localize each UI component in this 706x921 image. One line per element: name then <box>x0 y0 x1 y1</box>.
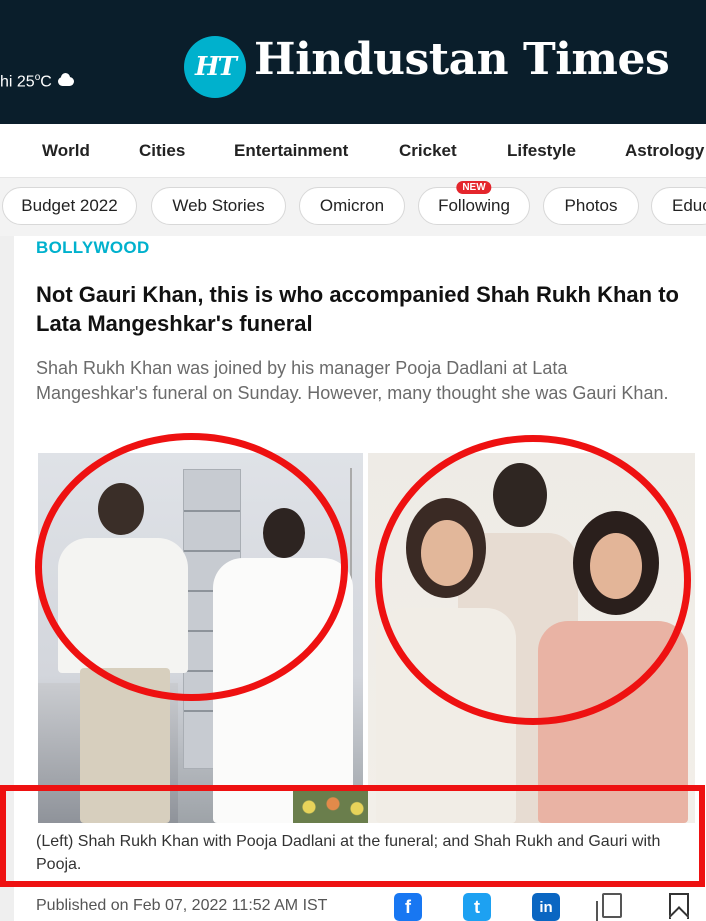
topic-pills: Budget 2022 Web Stories Omicron NEW Foll… <box>0 178 706 236</box>
new-badge: NEW <box>456 181 492 194</box>
pill-omicron[interactable]: Omicron <box>299 187 405 225</box>
weather-widget[interactable]: hi 25oC <box>0 72 74 91</box>
facebook-share-icon[interactable]: f <box>394 893 422 921</box>
pill-photos[interactable]: Photos <box>543 187 639 225</box>
published-timestamp: Published on Feb 07, 2022 11:52 AM IST <box>36 897 328 914</box>
pill-following-label: Following <box>438 196 510 215</box>
pill-following[interactable]: NEW Following <box>418 181 530 225</box>
bookmark-icon[interactable] <box>669 893 689 919</box>
main-nav: World Cities Entertainment Cricket Lifes… <box>0 124 706 178</box>
pill-web-stories[interactable]: Web Stories <box>151 187 286 225</box>
nav-item-entertainment[interactable]: Entertainment <box>234 141 348 161</box>
pill-budget-2022[interactable]: Budget 2022 <box>2 187 137 225</box>
site-logo-text[interactable]: Hindustan Times <box>254 34 670 85</box>
cloud-icon <box>57 73 74 87</box>
copy-link-icon[interactable] <box>596 893 622 921</box>
nav-item-cricket[interactable]: Cricket <box>399 141 457 161</box>
nav-item-lifestyle[interactable]: Lifestyle <box>507 141 576 161</box>
nav-item-cities[interactable]: Cities <box>139 141 185 161</box>
article-summary: Shah Rukh Khan was joined by his manager… <box>36 358 669 403</box>
pill-education[interactable]: Educ <box>651 187 706 225</box>
photo-caption: (Left) Shah Rukh Khan with Pooja Dadlani… <box>36 833 661 873</box>
twitter-share-icon[interactable]: t <box>463 893 491 921</box>
linkedin-share-icon[interactable]: in <box>532 893 560 921</box>
nav-item-astrology[interactable]: Astrology <box>625 141 704 161</box>
article-headline: Not Gauri Khan, this is who accompanied … <box>36 282 679 336</box>
annotation-circle-right <box>375 435 691 725</box>
annotation-circle-left <box>35 433 348 701</box>
weather-temperature: hi 25oC <box>0 72 52 91</box>
article-category[interactable]: BOLLYWOOD <box>36 238 150 258</box>
nav-item-world[interactable]: World <box>42 141 90 161</box>
ht-logo-icon[interactable]: HT <box>184 36 246 98</box>
site-header: hi 25oC HT Hindustan Times <box>0 0 706 124</box>
